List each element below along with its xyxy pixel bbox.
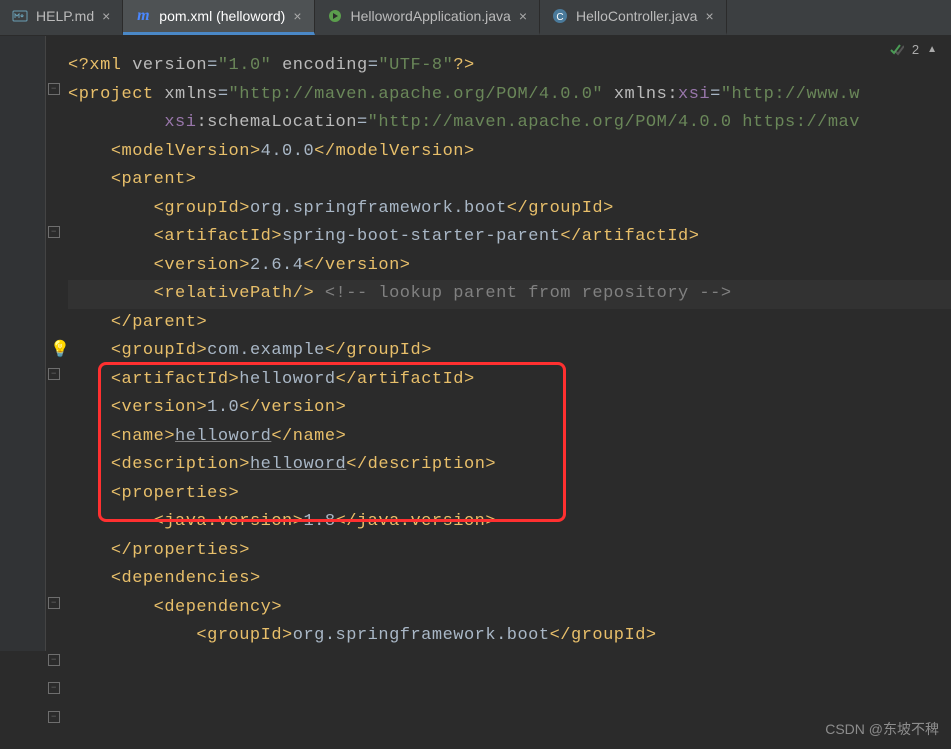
code-line: <description>helloword</description> bbox=[68, 451, 951, 480]
code-line: <groupId>org.springframework.boot</group… bbox=[68, 195, 951, 224]
close-icon[interactable]: × bbox=[705, 8, 713, 24]
tab-label: HelloController.java bbox=[576, 8, 697, 24]
markdown-icon bbox=[12, 8, 28, 24]
code-line: <groupId>org.springframework.boot</group… bbox=[68, 622, 951, 651]
tab-help-md[interactable]: HELP.md × bbox=[0, 0, 123, 35]
close-icon[interactable]: × bbox=[519, 8, 527, 24]
code-line: <version>1.0</version> bbox=[68, 394, 951, 423]
tab-label: pom.xml (helloword) bbox=[159, 8, 285, 24]
code-line: <artifactId>spring-boot-starter-parent</… bbox=[68, 223, 951, 252]
code-line: xsi:schemaLocation="http://maven.apache.… bbox=[68, 109, 951, 138]
svg-text:C: C bbox=[556, 12, 563, 23]
fold-toggle[interactable]: − bbox=[48, 682, 60, 694]
tab-label: HELP.md bbox=[36, 8, 94, 24]
code-line: <dependencies> bbox=[68, 565, 951, 594]
code-line: <parent> bbox=[68, 166, 951, 195]
tab-pom-xml[interactable]: m pom.xml (helloword) × bbox=[123, 0, 314, 35]
fold-toggle[interactable]: − bbox=[48, 226, 60, 238]
code-line: <artifactId>helloword</artifactId> bbox=[68, 366, 951, 395]
tab-bar: HELP.md × m pom.xml (helloword) × Hellow… bbox=[0, 0, 951, 36]
close-icon[interactable]: × bbox=[293, 8, 301, 24]
close-icon[interactable]: × bbox=[102, 8, 110, 24]
tab-hello-controller[interactable]: C HelloController.java × bbox=[540, 0, 727, 35]
code-line: <properties> bbox=[68, 480, 951, 509]
fold-toggle[interactable]: − bbox=[48, 83, 60, 95]
code-editor[interactable]: − − − − − − − 💡 <?xml version="1.0" enco… bbox=[0, 36, 951, 651]
code-line: <?xml version="1.0" encoding="UTF-8"?> bbox=[68, 52, 951, 81]
java-class-icon: C bbox=[552, 8, 568, 24]
fold-toggle[interactable]: − bbox=[48, 597, 60, 609]
code-line: <java.version>1.8</java.version> bbox=[68, 508, 951, 537]
code-line: <modelVersion>4.0.0</modelVersion> bbox=[68, 138, 951, 167]
code-line: </parent> bbox=[68, 309, 951, 338]
fold-toggle[interactable]: − bbox=[48, 368, 60, 380]
spring-run-icon bbox=[327, 8, 343, 24]
code-line: </properties> bbox=[68, 537, 951, 566]
code-line: <name>helloword</name> bbox=[68, 423, 951, 452]
fold-toggle[interactable]: − bbox=[48, 711, 60, 723]
code-line: <groupId>com.example</groupId> bbox=[68, 337, 951, 366]
code-line: <dependency> bbox=[68, 594, 951, 623]
tab-label: HellowordApplication.java bbox=[351, 8, 511, 24]
code-line: <project xmlns="http://maven.apache.org/… bbox=[68, 81, 951, 110]
tab-helloword-application[interactable]: HellowordApplication.java × bbox=[315, 0, 541, 35]
gutter bbox=[0, 36, 46, 651]
code-line: <relativePath/> <!-- lookup parent from … bbox=[68, 280, 951, 309]
watermark: CSDN @东坡不稗 bbox=[825, 719, 939, 739]
fold-toggle[interactable]: − bbox=[48, 654, 60, 666]
intention-bulb-icon[interactable]: 💡 bbox=[50, 336, 70, 365]
code-line: <version>2.6.4</version> bbox=[68, 252, 951, 281]
maven-icon: m bbox=[135, 8, 151, 24]
